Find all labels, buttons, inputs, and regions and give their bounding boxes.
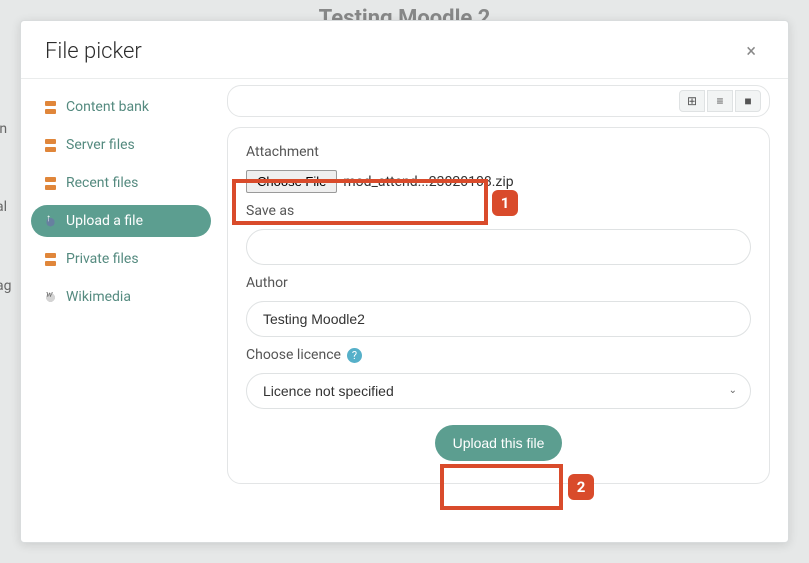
save-as-input[interactable] (246, 229, 751, 265)
view-tree-button[interactable]: ■ (735, 90, 761, 112)
author-label: Author (246, 275, 751, 291)
sidebar-item-label: Recent files (66, 175, 138, 191)
close-button[interactable]: × (738, 37, 764, 66)
sidebar-item-label: Wikimedia (66, 289, 131, 305)
main-panel: ⊞ ≡ ■ Attachment Choose File mod_attend.… (221, 79, 788, 542)
sidebar-item-label: Upload a file (66, 213, 143, 229)
licence-label-row: Choose licence ? (246, 347, 751, 363)
sidebar-item-label: Content bank (66, 99, 149, 115)
author-input[interactable] (246, 301, 751, 337)
modal-title: File picker (45, 39, 142, 64)
upload-button-row: Upload this file (246, 425, 751, 461)
sidebar-item-server-files[interactable]: Server files (31, 129, 211, 161)
upload-this-file-button[interactable]: Upload this file (435, 425, 563, 461)
sidebar-item-wikimedia[interactable]: Wikimedia (31, 281, 211, 313)
bank-icon (43, 101, 58, 114)
help-icon[interactable]: ? (347, 348, 362, 363)
file-input-row: Choose File mod_attend...23020108.zip (246, 170, 751, 193)
wiki-icon (43, 291, 58, 304)
recent-icon (43, 177, 58, 190)
licence-select[interactable]: Licence not specified (246, 373, 751, 409)
file-picker-modal: File picker × Content bank Server files … (20, 20, 789, 543)
upload-form-panel: Attachment Choose File mod_attend...2302… (227, 127, 770, 484)
sidebar-item-recent-files[interactable]: Recent files (31, 167, 211, 199)
private-icon (43, 253, 58, 266)
sidebar-item-content-bank[interactable]: Content bank (31, 91, 211, 123)
upload-icon (43, 215, 58, 228)
view-list-button[interactable]: ≡ (707, 90, 733, 112)
modal-body: Content bank Server files Recent files U… (21, 79, 788, 542)
view-grid-button[interactable]: ⊞ (679, 90, 705, 112)
licence-label: Choose licence (246, 347, 341, 363)
view-toolbar: ⊞ ≡ ■ (227, 85, 770, 117)
sidebar-item-private-files[interactable]: Private files (31, 243, 211, 275)
choose-file-button[interactable]: Choose File (246, 170, 337, 193)
modal-header: File picker × (21, 21, 788, 79)
sidebar-item-label: Private files (66, 251, 139, 267)
sidebar-item-upload-a-file[interactable]: Upload a file (31, 205, 211, 237)
save-as-label: Save as (246, 203, 751, 219)
chosen-file-name: mod_attend...23020108.zip (343, 174, 513, 190)
background-letters: in al ag (0, 110, 11, 306)
sidebar-item-label: Server files (66, 137, 135, 153)
attachment-label: Attachment (246, 144, 751, 160)
repository-sidebar: Content bank Server files Recent files U… (21, 79, 221, 542)
server-icon (43, 139, 58, 152)
licence-select-wrap: Licence not specified ⌄ (246, 373, 751, 409)
